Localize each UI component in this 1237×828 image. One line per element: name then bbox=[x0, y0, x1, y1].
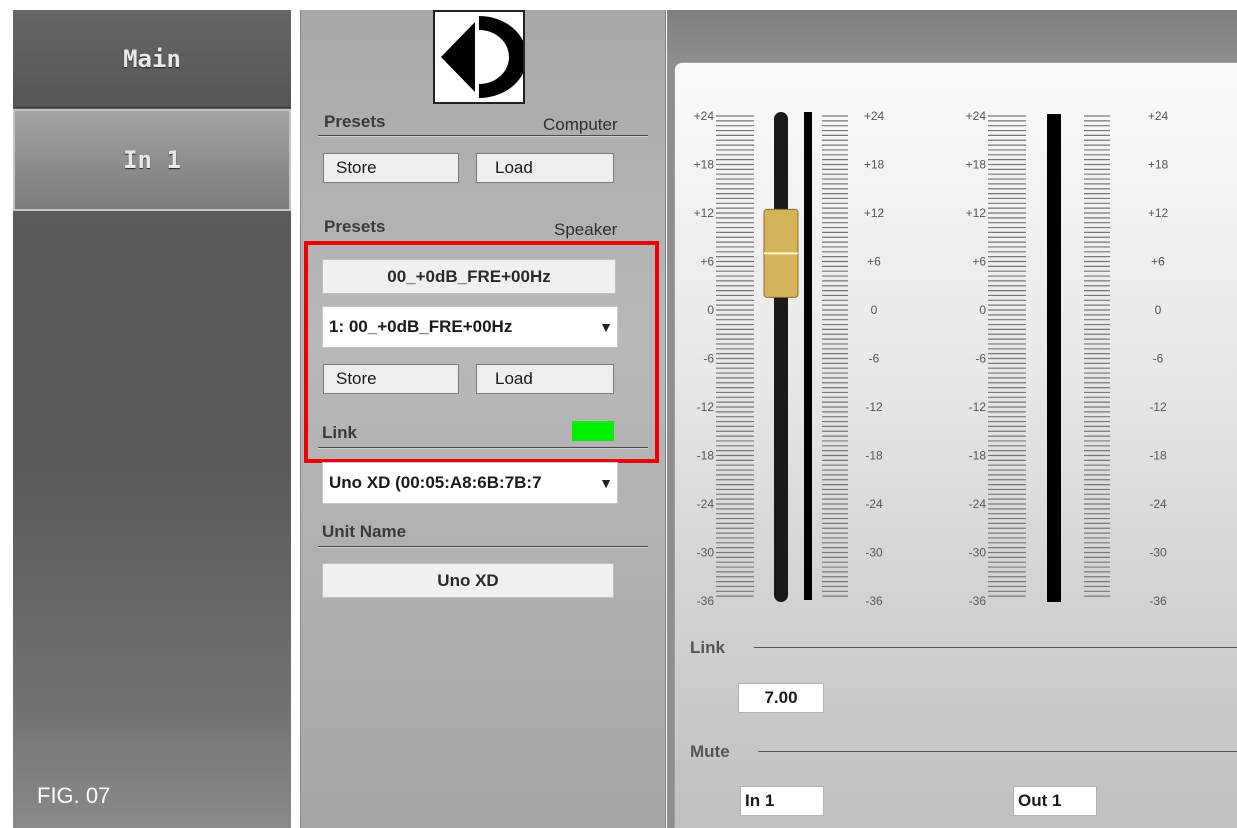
output-right-scale-label: +6 bbox=[1151, 255, 1165, 269]
output-left-scale-label: -36 bbox=[969, 594, 987, 608]
output-left-scale-label: +12 bbox=[966, 206, 987, 220]
input-left-scale-label: -24 bbox=[697, 497, 715, 511]
input-right-scale-label: +12 bbox=[864, 206, 885, 220]
output-left-scale-label: +24 bbox=[966, 109, 987, 123]
unit-name-field[interactable]: Uno XD bbox=[322, 563, 614, 598]
output-left-scale-label: -18 bbox=[969, 449, 987, 463]
output-left-scale-label: +18 bbox=[966, 158, 987, 172]
divider bbox=[318, 135, 648, 137]
speaker-preset-name-field[interactable]: 00_+0dB_FRE+00Hz bbox=[322, 259, 616, 294]
presets-speaker-title: Presets bbox=[324, 217, 386, 236]
output-left-scale-label: -30 bbox=[969, 546, 987, 560]
output-right-scale-label: -24 bbox=[1149, 497, 1167, 511]
input-right-scale-label: -12 bbox=[865, 400, 883, 414]
input-right-scale-label: +24 bbox=[864, 109, 885, 123]
input-left-scale-label: -18 bbox=[697, 449, 715, 463]
input-right-scale-label: -36 bbox=[865, 594, 883, 608]
input-left-scale-label: 0 bbox=[707, 303, 714, 317]
fader-value-field[interactable]: 7.00 bbox=[738, 683, 824, 713]
tab-main[interactable]: Main bbox=[13, 10, 291, 108]
output-left-scale-label: -6 bbox=[975, 352, 986, 366]
tab-in-1[interactable]: In 1 bbox=[13, 109, 291, 211]
chevron-down-icon[interactable]: ▼ bbox=[599, 319, 613, 335]
output-left-scale-label: +6 bbox=[972, 255, 986, 269]
mute-label: Mute bbox=[690, 742, 730, 761]
input-right-scale-label: -30 bbox=[865, 546, 883, 560]
output-left-scale-label: -24 bbox=[969, 497, 987, 511]
input-right-scale-label: -24 bbox=[865, 497, 883, 511]
divider bbox=[318, 546, 648, 548]
top-bar bbox=[667, 10, 1237, 62]
input-level-bar bbox=[804, 112, 812, 600]
brand-logo-icon bbox=[433, 10, 527, 104]
divider bbox=[758, 751, 1237, 752]
figure-label: FIG. 07 bbox=[37, 783, 111, 808]
link-label: Link bbox=[322, 423, 357, 442]
level-meters: +24 +18 +12 +6 0 -6 -12 -18 -24 -30 -36 +24 +18 +12 +6… bbox=[674, 100, 1237, 615]
output-right-scale-label: 0 bbox=[1155, 303, 1162, 317]
input-left-scale-label: -30 bbox=[697, 546, 715, 560]
fader-link-label: Link bbox=[690, 638, 725, 657]
computer-store-button[interactable]: Store bbox=[323, 153, 459, 183]
input-right-scale-label: +6 bbox=[867, 255, 881, 269]
mute-in-1-button[interactable]: In 1 bbox=[740, 786, 824, 816]
speaker-store-button[interactable]: Store bbox=[323, 364, 459, 394]
input-left-scale-label: -12 bbox=[697, 400, 715, 414]
input-left-scale-label: +24 bbox=[694, 109, 715, 123]
output-right-scale-label: -36 bbox=[1149, 594, 1167, 608]
link-status-indicator bbox=[572, 421, 614, 441]
input-right-scale-label: -18 bbox=[865, 449, 883, 463]
input-left-scale-label: -36 bbox=[697, 594, 715, 608]
input-right-scale-label: 0 bbox=[871, 303, 878, 317]
output-right-scale-label: -12 bbox=[1149, 400, 1167, 414]
input-left-scale-label: +12 bbox=[694, 206, 715, 220]
output-right-scale-label: +18 bbox=[1148, 158, 1169, 172]
speaker-preset-select[interactable]: 1: 00_+0dB_FRE+00Hz ▼ bbox=[322, 306, 618, 348]
divider bbox=[318, 447, 648, 449]
speaker-preset-select-value: 1: 00_+0dB_FRE+00Hz bbox=[329, 317, 513, 336]
presets-computer-source: Computer bbox=[543, 115, 618, 134]
output-right-scale-label: +24 bbox=[1148, 109, 1169, 123]
device-select[interactable]: Uno XD (00:05:A8:6B:7B:7 ▼ bbox=[322, 462, 618, 504]
input-right-scale-label: +18 bbox=[864, 158, 885, 172]
chevron-down-icon[interactable]: ▼ bbox=[599, 475, 613, 491]
presets-computer-title: Presets bbox=[324, 112, 386, 131]
computer-load-button[interactable]: Load bbox=[476, 153, 614, 183]
input-left-scale-label: +6 bbox=[700, 255, 714, 269]
presets-speaker-source: Speaker bbox=[554, 220, 618, 239]
input-left-scale-label: -6 bbox=[703, 352, 714, 366]
output-right-scale-label: -30 bbox=[1149, 546, 1167, 560]
output-left-scale-label: -12 bbox=[969, 400, 987, 414]
output-level-bar bbox=[1047, 114, 1061, 602]
divider bbox=[754, 647, 1237, 648]
input-left-scale-label: +18 bbox=[694, 158, 715, 172]
unit-name-label: Unit Name bbox=[322, 522, 407, 541]
fader-track bbox=[774, 112, 788, 602]
level-meter-graphic: +24 +18 +12 +6 0 -6 -12 -18 -24 -30 -36 +24 +18 +12 +6… bbox=[694, 109, 1169, 608]
device-select-value: Uno XD (00:05:A8:6B:7B:7 bbox=[329, 473, 542, 492]
output-right-scale-label: +12 bbox=[1148, 206, 1169, 220]
speaker-load-button[interactable]: Load bbox=[476, 364, 614, 394]
output-right-scale-label: -18 bbox=[1149, 449, 1167, 463]
input-right-scale-label: -6 bbox=[869, 352, 880, 366]
output-left-scale-label: 0 bbox=[979, 303, 986, 317]
output-right-scale-label: -6 bbox=[1153, 352, 1164, 366]
mute-out-1-button[interactable]: Out 1 bbox=[1013, 786, 1097, 816]
